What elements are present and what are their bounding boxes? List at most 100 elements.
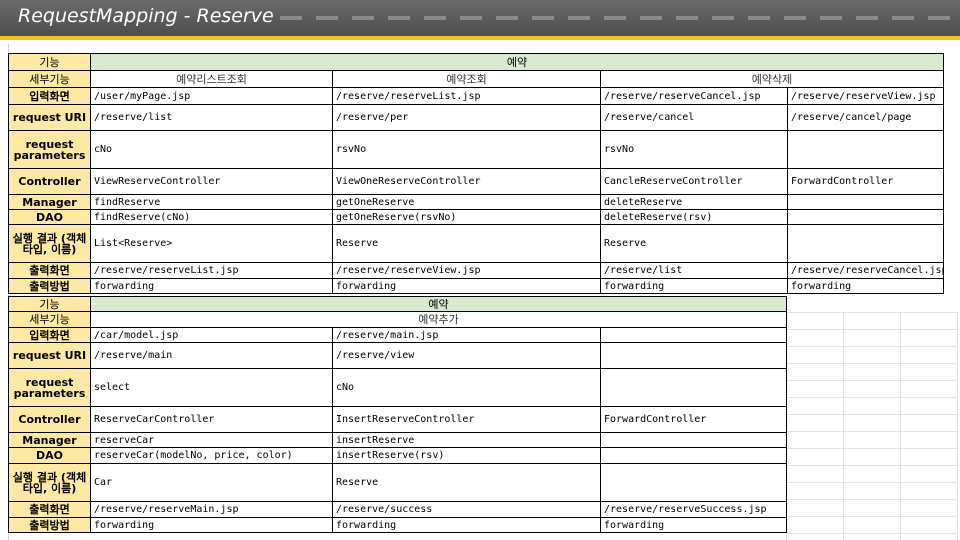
table-row: 출력화면 /reserve/reserveList.jsp /reserve/r…: [8, 262, 944, 279]
row-label: request URI: [8, 342, 91, 369]
row-label: 실행 결과 (객체타입, 이름): [8, 224, 91, 263]
cell: findReserve(cNo): [90, 209, 333, 225]
row-label: Manager: [8, 432, 91, 448]
header-dash-decoration: [280, 16, 960, 20]
row-label: request URI: [8, 104, 91, 131]
accent-bar: [0, 36, 960, 40]
cell: [787, 130, 944, 169]
cell: /reserve/success: [332, 501, 601, 518]
sub-header: 예약추가: [89, 311, 788, 328]
table-row: 기능 예약: [8, 296, 788, 312]
cell: forwarding: [600, 278, 788, 294]
cell: forwarding: [90, 278, 333, 294]
cell: [599, 432, 788, 448]
cell: Reserve: [600, 224, 788, 263]
table-row: 실행 결과 (객체타입, 이름) List<Reserve> Reserve R…: [8, 224, 944, 263]
cell: /reserve/reserveSuccess.jsp: [599, 501, 788, 518]
table-row: Manager findReserve getOneReserve delete…: [8, 194, 944, 210]
cell: findReserve: [90, 194, 333, 210]
cell: /reserve/main.jsp: [332, 327, 601, 343]
cell: ForwardController: [599, 406, 788, 433]
table-row: 세부기능 예약리스트조회 예약조회 예약삭제: [8, 70, 944, 88]
cell: /reserve/reserveMain.jsp: [90, 501, 333, 518]
cell: /reserve/cancel: [600, 104, 788, 131]
cell: forwarding: [332, 278, 601, 294]
table-row: 기능 예약: [8, 53, 944, 71]
table-row: 입력화면 /car/model.jsp /reserve/main.jsp: [8, 327, 788, 343]
cell: insertReserve(rsv): [332, 447, 601, 464]
table-row: request parameters cNo rsvNo rsvNo: [8, 130, 944, 169]
row-label: DAO: [8, 447, 91, 464]
sub-header: 예약리스트조회: [90, 70, 333, 88]
cell: Reserve: [332, 463, 601, 502]
cell: rsvNo: [600, 130, 788, 169]
cell: getOneReserve: [332, 194, 601, 210]
table-row: DAO findReserve(cNo) getOneReserve(rsvNo…: [8, 209, 944, 225]
row-label: Controller: [8, 168, 91, 195]
spreadsheet-gridlines: [786, 312, 958, 540]
cell: deleteReserve: [600, 194, 788, 210]
cell: /reserve/reserveCancel.jsp: [600, 87, 788, 105]
table-row: Controller ReserveCarController InsertRe…: [8, 406, 788, 433]
cell: /reserve/list: [600, 262, 788, 279]
cell: Reserve: [332, 224, 601, 263]
cell: forwarding: [90, 517, 333, 533]
sub-header: 예약삭제: [600, 70, 944, 88]
group-header: 예약: [90, 53, 944, 71]
table-row: 입력화면 /user/myPage.jsp /reserve/reserveLi…: [8, 87, 944, 105]
cell: /reserve/reserveList.jsp: [90, 262, 333, 279]
row-label: DAO: [8, 209, 91, 225]
cell: /user/myPage.jsp: [90, 87, 333, 105]
cell: /reserve/main: [90, 342, 333, 369]
cell: cNo: [90, 130, 333, 169]
group-label: 기능: [8, 296, 91, 312]
cell: [787, 224, 944, 263]
cell: /reserve/view: [332, 342, 601, 369]
row-label: request parameters: [8, 368, 91, 407]
table-row: 출력방법 forwarding forwarding forwarding fo…: [8, 278, 944, 294]
cell: insertReserve: [332, 432, 601, 448]
cell: [787, 194, 944, 210]
cell: ReserveCarController: [90, 406, 333, 433]
cell: rsvNo: [332, 130, 601, 169]
group-header: 예약: [89, 296, 788, 312]
cell: [599, 327, 788, 343]
group-label: 기능: [8, 53, 91, 71]
cell: /reserve/reserveCancel.jsp: [787, 262, 944, 279]
cell: List<Reserve>: [90, 224, 333, 263]
sub-label: 세부기능: [8, 70, 91, 88]
cell: [599, 447, 788, 464]
cell: reserveCar: [90, 432, 333, 448]
reserve-mapping-table-2: 기능 예약 세부기능 예약추가 입력화면 /car/model.jsp /res…: [8, 296, 788, 533]
cell: /reserve/reserveList.jsp: [332, 87, 601, 105]
table-row: request parameters select cNo: [8, 368, 788, 407]
cell: ViewOneReserveController: [332, 168, 601, 195]
cell: forwarding: [787, 278, 944, 294]
table-row: request URI /reserve/main /reserve/view: [8, 342, 788, 369]
cell: reserveCar(modelNo, price, color): [90, 447, 333, 464]
table-row: request URI /reserve/list /reserve/per /…: [8, 104, 944, 131]
cell: /reserve/cancel/page: [787, 104, 944, 131]
cell: [787, 209, 944, 225]
table-row: DAO reserveCar(modelNo, price, color) in…: [8, 447, 788, 464]
cell: cNo: [332, 368, 601, 407]
slide-header: RequestMapping - Reserve: [0, 0, 960, 36]
cell: [599, 463, 788, 502]
cell: [599, 368, 788, 407]
row-label: Controller: [8, 406, 91, 433]
cell: select: [90, 368, 333, 407]
cell: forwarding: [332, 517, 601, 533]
table-row: 세부기능 예약추가: [8, 311, 788, 328]
row-label: Manager: [8, 194, 91, 210]
table-row: 실행 결과 (객체타입, 이름) Car Reserve: [8, 463, 788, 502]
table-row: 출력방법 forwarding forwarding forwarding: [8, 517, 788, 533]
cell: /car/model.jsp: [90, 327, 333, 343]
cell: /reserve/per: [332, 104, 601, 131]
cell: CancleReserveController: [600, 168, 788, 195]
cell: /reserve/list: [90, 104, 333, 131]
row-label: 출력화면: [8, 501, 91, 518]
cell: forwarding: [599, 517, 788, 533]
cell: InsertReserveController: [332, 406, 601, 433]
cell: getOneReserve(rsvNo): [332, 209, 601, 225]
sub-label: 세부기능: [8, 311, 91, 328]
